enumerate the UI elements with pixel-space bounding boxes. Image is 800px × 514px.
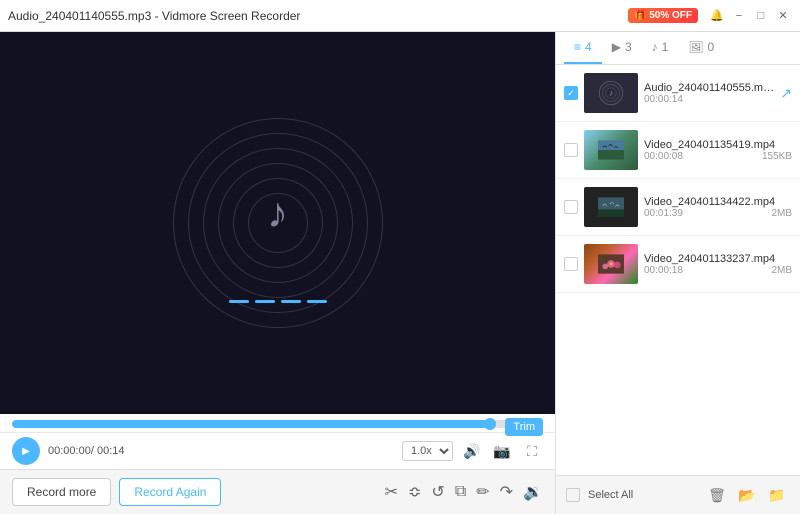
file-duration-0: 00:00:14 (644, 94, 683, 105)
file-name-2: Video_240401134422.mp4 (644, 196, 792, 208)
file-checkbox-2[interactable] (564, 200, 578, 214)
tab-all-count: 4 (585, 40, 592, 54)
file-share-0[interactable]: ↗ (780, 85, 792, 102)
maximize-button[interactable]: □ (752, 7, 770, 25)
file-info-1: Video_240401135419.mp4 00:00:08 155KB (644, 139, 792, 162)
file-name-3: Video_240401133237.mp4 (644, 253, 792, 265)
file-size-2: 2MB (771, 208, 792, 219)
file-info-3: Video_240401133237.mp4 00:00:18 2MB (644, 253, 792, 276)
tab-bar: ≡ 4 ▶ 3 ♪ 1 🖼 0 (556, 32, 800, 65)
speed-select[interactable]: 1.0x 0.5x 1.5x 2.0x (402, 441, 453, 461)
file-thumbnail-0: ♪ (584, 73, 638, 113)
file-duration-3: 00:00:18 (644, 265, 683, 276)
file-list: ✓ ♪ Audio_240401140555.mp3 00:00:14 ↗ (556, 65, 800, 475)
tab-video-count: 3 (625, 40, 632, 54)
file-size-3: 2MB (771, 265, 792, 276)
progress-handle[interactable] (484, 418, 496, 430)
file-meta-2: 00:01:39 2MB (644, 208, 792, 219)
audio-tab-icon: ♪ (652, 40, 658, 54)
file-thumbnail-1 (584, 130, 638, 170)
audio-dash-indicator (229, 300, 327, 303)
copy-icon[interactable]: ⧉ (455, 483, 466, 501)
progress-fill (12, 420, 490, 428)
export-icon[interactable]: 📁 (764, 482, 790, 508)
image-tab-icon: 🖼 (688, 40, 703, 54)
close-button[interactable]: ✕ (774, 7, 792, 25)
volume-icon[interactable]: 🔊 (461, 440, 483, 462)
cut-icon[interactable]: ✂ (385, 482, 398, 502)
main-container: ♪ Trim ▶ 00:00:0 (0, 32, 800, 514)
select-all-checkbox[interactable] (566, 488, 580, 502)
left-panel: ♪ Trim ▶ 00:00:0 (0, 32, 555, 514)
video-tab-icon: ▶ (612, 40, 621, 54)
tab-image-count: 0 (708, 40, 715, 54)
play-button[interactable]: ▶ (12, 437, 40, 465)
camera-icon[interactable]: 📷 (491, 440, 513, 462)
rotate-icon[interactable]: ↺ (431, 482, 444, 502)
tab-audio-count: 1 (662, 40, 669, 54)
file-thumbnail-3 (584, 244, 638, 284)
folder-open-icon[interactable]: 📂 (734, 482, 760, 508)
tab-all[interactable]: ≡ 4 (564, 32, 602, 64)
file-checkbox-1[interactable] (564, 143, 578, 157)
audio-edit-icon[interactable]: 🔉 (523, 482, 543, 502)
right-panel: ≡ 4 ▶ 3 ♪ 1 🖼 0 ✓ (555, 32, 800, 514)
controls-bar: ▶ 00:00:00/ 00:14 1.0x 0.5x 1.5x 2.0x 🔊 … (0, 432, 555, 469)
file-info-2: Video_240401134422.mp4 00:01:39 2MB (644, 196, 792, 219)
music-visualization: ♪ (168, 113, 388, 333)
tab-video[interactable]: ▶ 3 (602, 32, 642, 64)
file-thumbnail-2 (584, 187, 638, 227)
file-info-0: Audio_240401140555.mp3 00:00:14 (644, 82, 774, 105)
title-bar: Audio_240401140555.mp3 - Vidmore Screen … (0, 0, 800, 32)
promo-badge[interactable]: 🎁 50% OFF (628, 8, 698, 23)
action-bar: Record more Record Again ✂ ≎ ↺ ⧉ ✏ ↷ 🔉 (0, 469, 555, 514)
list-item: Video_240401135419.mp4 00:00:08 155KB (556, 122, 800, 179)
file-name-0: Audio_240401140555.mp3 (644, 82, 774, 94)
record-again-button[interactable]: Record Again (119, 478, 221, 506)
record-more-button[interactable]: Record more (12, 478, 111, 506)
file-checkbox-3[interactable] (564, 257, 578, 271)
list-icon: ≡ (574, 40, 581, 54)
tab-image[interactable]: 🖼 0 (678, 32, 724, 64)
file-meta-0: 00:00:14 (644, 94, 774, 105)
file-duration-1: 00:00:08 (644, 151, 683, 162)
progress-container: Trim (12, 420, 543, 428)
file-size-1: 155KB (762, 151, 792, 162)
file-meta-3: 00:00:18 2MB (644, 265, 792, 276)
file-name-1: Video_240401135419.mp4 (644, 139, 792, 151)
fullscreen-icon[interactable]: ⛶ (521, 440, 543, 462)
select-all-label: Select All (588, 489, 700, 501)
bottom-tools: Select All 🗑 📂 📁 (556, 475, 800, 514)
file-checkbox-0[interactable]: ✓ (564, 86, 578, 100)
file-duration-2: 00:01:39 (644, 208, 683, 219)
list-item: ✓ ♪ Audio_240401140555.mp3 00:00:14 ↗ (556, 65, 800, 122)
adjust-icon[interactable]: ≎ (408, 482, 421, 502)
file-meta-1: 00:00:08 155KB (644, 151, 792, 162)
edit-icon[interactable]: ✏ (476, 482, 489, 502)
window-controls: 🎁 50% OFF 🔔 − □ ✕ (628, 0, 792, 31)
list-item: Video_240401134422.mp4 00:01:39 2MB (556, 179, 800, 236)
svg-text:♪: ♪ (609, 89, 613, 98)
music-note-icon: ♪ (267, 189, 288, 237)
tab-audio[interactable]: ♪ 1 (642, 32, 679, 64)
trim-button[interactable]: Trim (505, 418, 543, 436)
list-item: Video_240401133237.mp4 00:00:18 2MB (556, 236, 800, 293)
minimize-button[interactable]: − (730, 7, 748, 25)
media-display: ♪ (0, 32, 555, 414)
progress-track[interactable] (12, 420, 543, 428)
progress-area: Trim (0, 414, 555, 432)
delete-icon[interactable]: 🗑 (704, 482, 730, 508)
bell-icon[interactable]: 🔔 (708, 7, 726, 25)
time-display: 00:00:00/ 00:14 (48, 445, 124, 457)
share-icon[interactable]: ↷ (500, 482, 513, 502)
